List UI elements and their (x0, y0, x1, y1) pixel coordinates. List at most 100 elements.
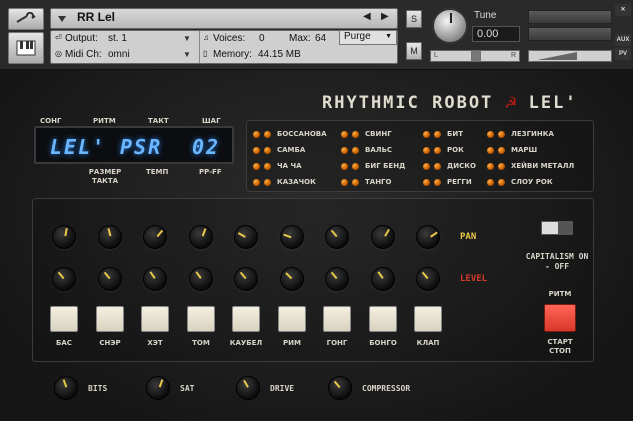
drum-pad-button[interactable] (278, 306, 306, 332)
drum-pad-button[interactable] (96, 306, 124, 332)
style-option[interactable]: РОК (423, 143, 464, 157)
solo-button[interactable]: S (406, 10, 422, 28)
drum-pad-button[interactable] (414, 306, 442, 332)
style-label: ТАНГО (365, 178, 392, 186)
level-knob[interactable] (371, 267, 395, 291)
start-stop-button[interactable] (544, 304, 576, 332)
style-option[interactable]: СВИНГ (341, 127, 392, 141)
midi-channel-select[interactable]: omni (108, 49, 130, 60)
aux-button[interactable]: AUX (615, 34, 631, 46)
knob-indicator (333, 380, 341, 389)
led-indicator (264, 146, 271, 154)
pan-knob[interactable] (416, 225, 440, 249)
pv-button[interactable]: PV (615, 48, 631, 60)
style-option[interactable]: БОССАНОВА (253, 127, 327, 141)
rhythm-display[interactable]: PSR (120, 135, 162, 159)
tune-value[interactable]: 0.00 (472, 26, 520, 42)
pan-slider[interactable]: L R (430, 50, 520, 62)
prev-arrow-icon[interactable]: ◀ (363, 11, 371, 22)
style-label: САМБА (277, 146, 306, 154)
max-voices-value[interactable]: 64 (315, 33, 326, 44)
style-option[interactable]: РЕГГИ (423, 175, 472, 189)
style-option[interactable]: ДИСКО (423, 159, 476, 173)
level-knob[interactable] (416, 267, 440, 291)
style-label: ЧА ЧА (277, 162, 302, 170)
pan-knob[interactable] (189, 225, 213, 249)
led-indicator (352, 146, 359, 154)
led-indicator (341, 146, 348, 154)
mute-button[interactable]: M (406, 42, 422, 60)
level-knob[interactable] (234, 267, 258, 291)
style-option[interactable]: СЛОУ РОК (487, 175, 553, 189)
instrument-title-bar[interactable]: RR Lel ◀ ▶ (50, 8, 398, 29)
step-display[interactable]: 02 (192, 135, 220, 159)
style-option[interactable]: БИГ БЕНД (341, 159, 405, 173)
led-indicator (341, 178, 348, 186)
song-display[interactable]: LEL' (50, 135, 106, 159)
pan-knob[interactable] (52, 225, 76, 249)
style-label: ВАЛЬС (365, 146, 393, 154)
chevron-down-icon[interactable]: ▼ (183, 50, 191, 59)
keyboard-icon[interactable] (8, 32, 44, 64)
pan-knob[interactable] (325, 225, 349, 249)
level-knob[interactable] (143, 267, 167, 291)
drum-pad-label: КЛАП (416, 339, 440, 347)
effect-knob[interactable] (146, 376, 170, 400)
led-indicator (487, 178, 494, 186)
wrench-icon[interactable] (8, 8, 44, 30)
effect-knob[interactable] (54, 376, 78, 400)
chevron-down-icon[interactable]: ▼ (183, 34, 191, 43)
style-option[interactable]: КАЗАЧОК (253, 175, 316, 189)
capitalism-toggle[interactable] (541, 221, 573, 235)
drum-pad-button[interactable] (141, 306, 169, 332)
pan-right-label: R (510, 52, 516, 59)
output-select[interactable]: st. 1 (108, 33, 127, 44)
close-icon[interactable]: ✕ (615, 4, 631, 16)
drum-pad-label: ТОМ (192, 339, 210, 347)
drum-pad-button[interactable] (187, 306, 215, 332)
pan-knob[interactable] (371, 225, 395, 249)
volume-slider[interactable] (528, 50, 612, 62)
level-knob[interactable] (325, 267, 349, 291)
purge-dropdown[interactable]: Purge ▼ (339, 30, 397, 45)
instrument-main-panel: RHYTHMIC ROBOT ☭ LEL' СОНГ РИТМ ТАКТ ШАГ… (0, 70, 633, 421)
measure-label: ТАКТ (148, 117, 169, 125)
style-option[interactable]: ТАНГО (341, 175, 391, 189)
level-knob[interactable] (189, 267, 213, 291)
style-option[interactable]: МАРШ (487, 143, 537, 157)
led-indicator (352, 130, 359, 138)
next-arrow-icon[interactable]: ▶ (381, 11, 389, 22)
pan-knob[interactable] (234, 225, 258, 249)
level-knob[interactable] (52, 267, 76, 291)
style-option[interactable]: ВАЛЬС (341, 143, 392, 157)
drum-pad-button[interactable] (232, 306, 260, 332)
style-option[interactable]: ЛЕЗГИНКА (487, 127, 554, 141)
pan-knob[interactable] (98, 225, 122, 249)
style-option[interactable]: ЧА ЧА (253, 159, 302, 173)
led-indicator (341, 162, 348, 170)
effect-knob[interactable] (328, 376, 352, 400)
drum-pad-button[interactable] (50, 306, 78, 332)
drum-pad-button[interactable] (323, 306, 351, 332)
led-indicator (253, 162, 260, 170)
style-label: КАЗАЧОК (277, 178, 316, 186)
knob-indicator (377, 271, 384, 279)
style-option[interactable]: ХЕЙВИ МЕТАЛЛ (487, 159, 574, 173)
drum-pad-button[interactable] (369, 306, 397, 332)
tune-knob[interactable] (432, 8, 468, 44)
knob-indicator (158, 379, 164, 388)
style-option[interactable]: БИТ (423, 127, 463, 141)
led-indicator (423, 178, 430, 186)
pan-knob[interactable] (280, 225, 304, 249)
style-option[interactable]: САМБА (253, 143, 305, 157)
effect-knob[interactable] (236, 376, 260, 400)
level-knob[interactable] (280, 267, 304, 291)
level-knob[interactable] (98, 267, 122, 291)
led-indicator (264, 130, 271, 138)
rhythm-label: РИТМ (93, 117, 116, 125)
knob-indicator (107, 228, 112, 237)
pan-knob[interactable] (143, 225, 167, 249)
chevron-down-icon[interactable] (58, 16, 66, 22)
led-indicator (498, 130, 505, 138)
pan-handle[interactable] (471, 51, 481, 61)
